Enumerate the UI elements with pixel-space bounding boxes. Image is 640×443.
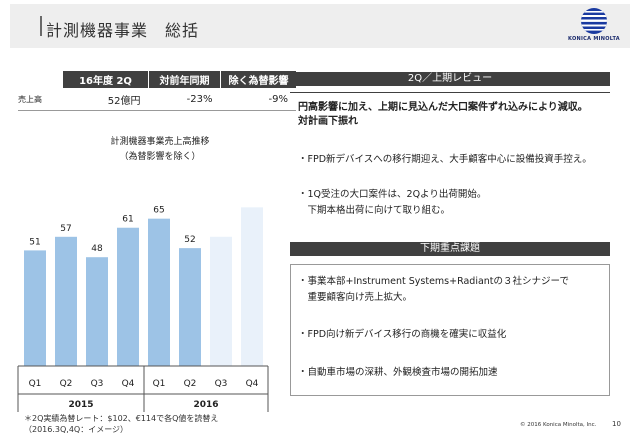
- footnote-line-1: ＊2Q実績為替レート：$102、€114で各Q値を読替え: [24, 414, 219, 423]
- data-label-6: 52: [184, 235, 195, 245]
- footnote: ＊2Q実績為替レート：$102、€114で各Q値を読替え （2016.3Q,4Q…: [24, 413, 218, 435]
- x-tick-label-4: Q4: [122, 379, 135, 389]
- issues-bullet-1-line-1: ・事業本部+Instrument Systems+Radiantの３社シナジーで: [298, 276, 569, 287]
- projection-bar-7: [210, 236, 232, 366]
- data-label-3: 48: [91, 244, 103, 254]
- summary-header-period: 16年度 2Q: [62, 71, 149, 88]
- review-header: 2Q／上期レビュー: [290, 72, 610, 86]
- page-title: 計測機器事業 総括: [46, 21, 200, 40]
- copyright: © 2016 Konica Minolta, Inc.: [520, 422, 597, 428]
- company-logo: KONICA MINOLTA: [566, 6, 622, 46]
- group-label-2015: 2015: [68, 400, 93, 410]
- review-lead-line-2: 対計画下振れ: [298, 116, 358, 127]
- bar-6: [179, 248, 201, 366]
- summary-header-fx: 除く為替影響: [220, 71, 296, 88]
- summary-corner: [18, 71, 63, 88]
- x-tick-label-1: Q1: [29, 379, 42, 389]
- issues-header: 下期重点課題: [290, 242, 610, 256]
- header-band: 計測機器事業 総括: [10, 4, 630, 48]
- summary-value-sales: 52億円: [62, 88, 149, 111]
- issues-bullet-1-line-2: 重要顧客向け売上拡大。: [298, 292, 413, 303]
- x-tick-label-7: Q3: [215, 379, 228, 389]
- chart-subtitle: （為替影響を除く）: [119, 152, 201, 162]
- review-divider: [290, 92, 610, 93]
- x-tick-label-6: Q2: [184, 379, 197, 389]
- data-label-2: 57: [60, 224, 71, 234]
- page-number: 10: [612, 420, 621, 428]
- chart-title: 計測機器事業売上高推移: [110, 137, 210, 147]
- bar-1: [24, 250, 46, 366]
- summary-table: 16年度 2Q 対前年同期 除く為替影響 売上高 52億円 -23% -9%: [18, 71, 296, 111]
- x-tick-label-5: Q1: [153, 379, 166, 389]
- footnote-line-2: （2016.3Q,4Q：イメージ）: [24, 425, 129, 434]
- summary-value-fx: -9%: [220, 88, 296, 111]
- review-bullet-1: ・FPD新デバイスへの移行期迎え、大手顧客中心に設備投資手控え。: [298, 154, 592, 165]
- x-tick-label-8: Q4: [246, 379, 259, 389]
- bar-2: [55, 236, 77, 366]
- logo-wordmark: KONICA MINOLTA: [568, 36, 620, 42]
- data-label-4: 61: [122, 215, 133, 225]
- data-label-1: 51: [29, 237, 40, 247]
- summary-row-label: 売上高: [18, 88, 63, 111]
- x-tick-label-3: Q3: [91, 379, 104, 389]
- summary-value-yoy: -23%: [148, 88, 221, 111]
- title-accent-bar: [40, 16, 42, 36]
- review-lead-line-1: 円高影響に加え、上期に見込んだ大口案件ずれ込みにより減収。: [298, 102, 588, 113]
- review-bullet-2-line-2: 下期本格出荷に向けて取り組む。: [298, 205, 451, 216]
- projection-bar-8: [241, 207, 263, 366]
- data-label-5: 65: [153, 206, 164, 216]
- globe-logo-icon: [581, 8, 607, 34]
- group-label-2016: 2016: [193, 400, 218, 410]
- issues-bullet-3: ・自動車市場の深耕、外観検査市場の開拓加速: [298, 367, 498, 378]
- bar-5: [148, 218, 170, 366]
- review-bullet-2-line-1: ・1Q受注の大口案件は、2Qより出荷開始。: [298, 189, 487, 200]
- x-tick-label-2: Q2: [60, 379, 73, 389]
- bar-3: [86, 257, 108, 366]
- summary-header-yoy: 対前年同期: [148, 71, 221, 88]
- sales-bar-chart: 51 Q1 57 Q2 48 Q3 61 Q4 65 Q1 52 Q2 Q3 Q4 2015 2016: [17, 206, 269, 412]
- issues-bullet-2: ・FPD向け新デバイス移行の商機を確実に収益化: [298, 329, 507, 340]
- bar-4: [117, 227, 139, 366]
